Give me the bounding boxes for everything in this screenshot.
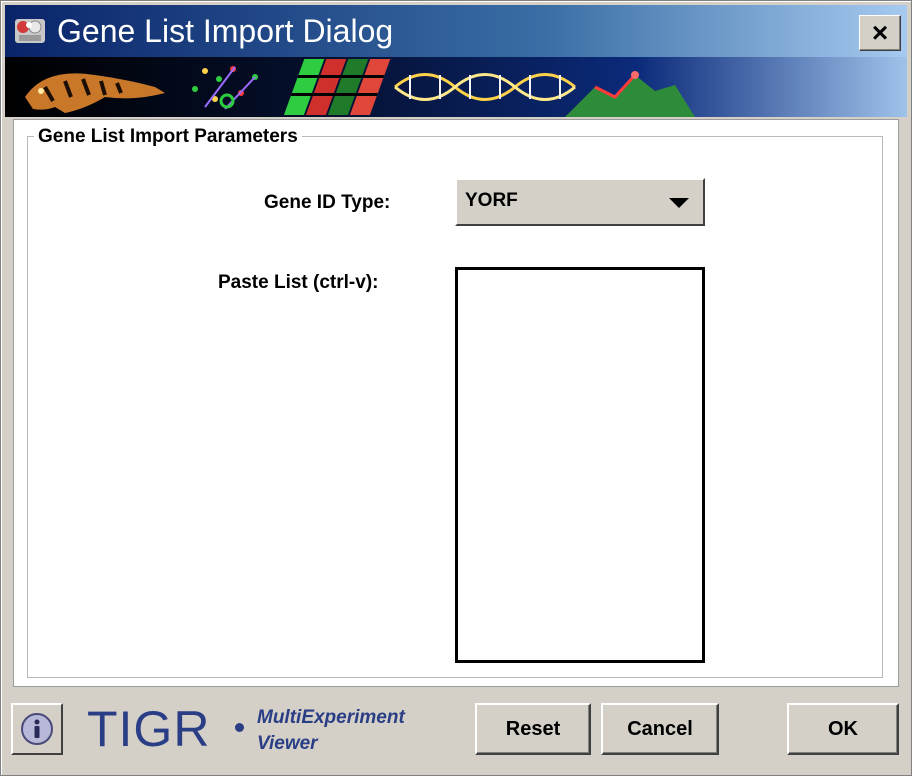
- ok-button[interactable]: OK: [787, 703, 899, 755]
- logo-dot: [235, 723, 244, 732]
- info-icon: [21, 713, 53, 745]
- banner-graphic: [5, 57, 907, 117]
- gene-id-type-label: Gene ID Type:: [264, 192, 391, 213]
- banner-image: [5, 57, 907, 117]
- logo-subtitle-line2: Viewer: [257, 733, 318, 754]
- paste-list-textarea[interactable]: [455, 267, 705, 663]
- dialog-window: Gene List Import Dialog × Gene List Impo…: [0, 0, 912, 776]
- reset-button[interactable]: Reset: [475, 703, 591, 755]
- close-icon: ×: [871, 17, 889, 48]
- tigr-logo: TIGR MultiExperiment Viewer: [87, 701, 467, 761]
- paste-list-label: Paste List (ctrl-v):: [218, 272, 379, 293]
- logo-text: TIGR: [87, 701, 211, 757]
- logo-subtitle-line1: MultiExperiment: [257, 707, 405, 728]
- app-icon: [15, 19, 45, 43]
- window-title: Gene List Import Dialog: [57, 13, 394, 49]
- gene-id-type-select[interactable]: YORF: [455, 178, 705, 226]
- close-button[interactable]: ×: [859, 15, 901, 51]
- group-title: Gene List Import Parameters: [34, 126, 302, 148]
- cancel-button[interactable]: Cancel: [601, 703, 719, 755]
- info-button[interactable]: [11, 703, 63, 755]
- gene-id-type-value: YORF: [465, 190, 518, 211]
- chevron-down-icon[interactable]: [669, 198, 689, 208]
- parameters-panel: Gene List Import Parameters Gene ID Type…: [13, 119, 899, 687]
- title-bar[interactable]: Gene List Import Dialog ×: [5, 5, 907, 57]
